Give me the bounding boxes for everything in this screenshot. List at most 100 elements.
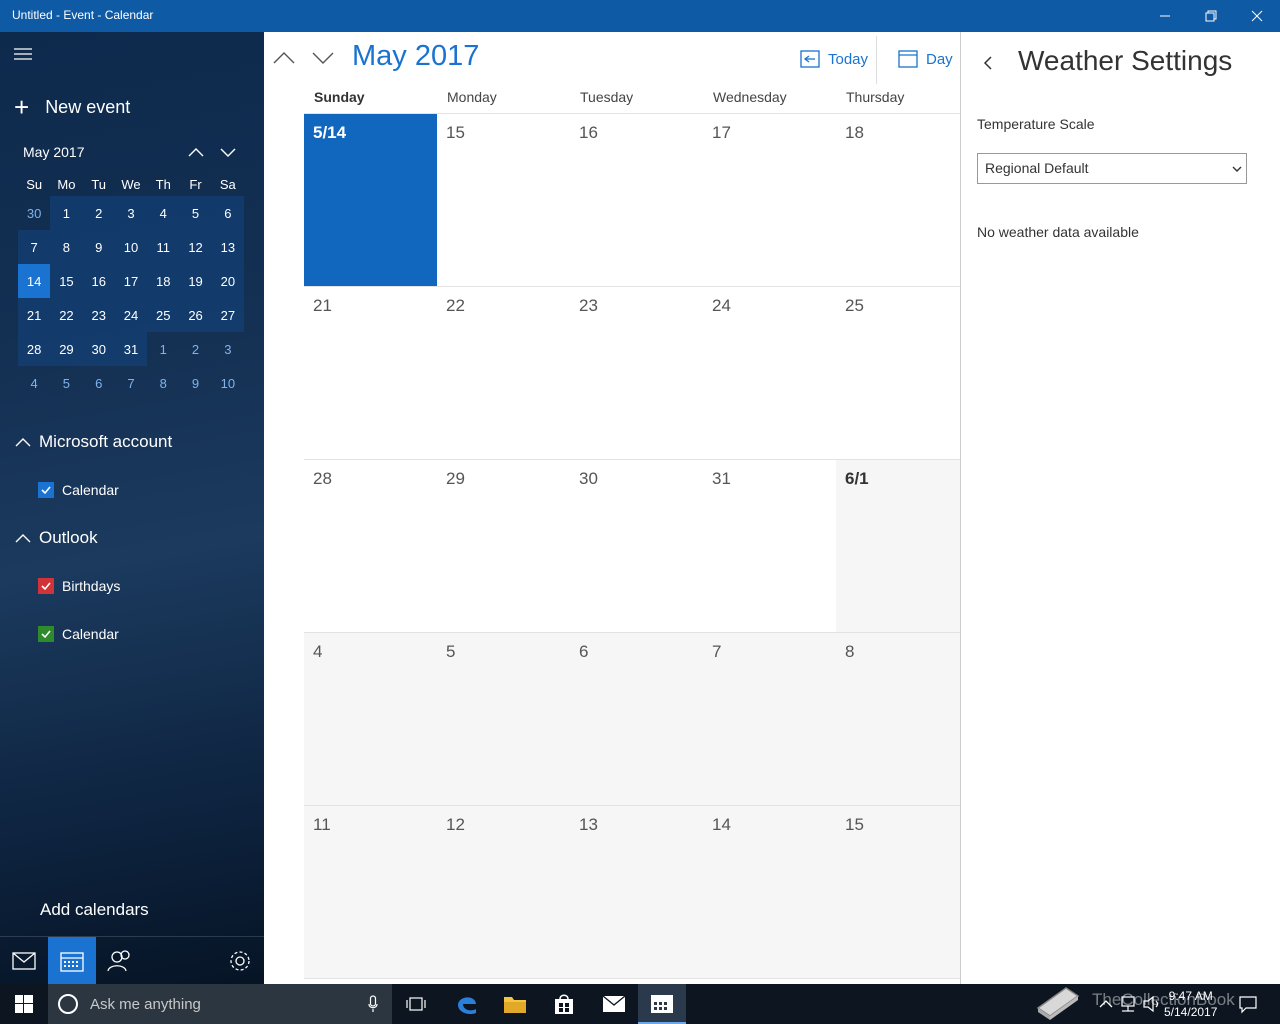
hamburger-menu-icon[interactable]	[14, 46, 34, 62]
mini-day[interactable]: 10	[212, 366, 244, 400]
mini-day[interactable]: 30	[18, 196, 50, 230]
action-center-icon[interactable]	[1238, 994, 1258, 1014]
calendar-app-button[interactable]	[48, 937, 96, 984]
mini-day[interactable]: 3	[114, 196, 148, 230]
mini-calendar-month[interactable]: May 2017	[23, 144, 84, 160]
day-cell[interactable]: 25	[836, 287, 960, 459]
mini-day[interactable]: 15	[50, 264, 83, 298]
mini-day[interactable]: 8	[50, 230, 83, 264]
mini-day[interactable]: 27	[211, 298, 244, 332]
mini-day[interactable]: 1	[147, 332, 179, 366]
file-explorer-button[interactable]	[491, 984, 539, 1024]
day-cell[interactable]: 31	[703, 460, 836, 632]
mini-calendar-prev-icon[interactable]	[185, 142, 207, 162]
mini-day[interactable]: 9	[179, 366, 211, 400]
mini-day[interactable]: 5	[179, 196, 212, 230]
mini-day[interactable]: 16	[82, 264, 115, 298]
day-cell[interactable]: 30	[570, 460, 703, 632]
day-cell[interactable]: 11	[304, 806, 437, 978]
mini-day[interactable]: 24	[114, 298, 148, 332]
mini-day[interactable]: 2	[179, 332, 211, 366]
day-cell[interactable]: 14	[703, 806, 836, 978]
edge-button[interactable]	[443, 984, 491, 1024]
mini-day[interactable]: 8	[147, 366, 179, 400]
temperature-scale-select[interactable]: Regional Default	[977, 153, 1247, 184]
calendar-taskbar-button[interactable]	[638, 984, 686, 1024]
calendar-item-microsoft-calendar[interactable]: Calendar	[38, 482, 119, 498]
month-title[interactable]: May 2017	[352, 40, 479, 73]
task-view-button[interactable]	[392, 984, 440, 1024]
mini-day[interactable]: 3	[212, 332, 244, 366]
group-outlook[interactable]: Outlook	[14, 528, 98, 548]
mini-day[interactable]: 7	[18, 230, 51, 264]
add-calendars-link[interactable]: Add calendars	[40, 900, 149, 920]
day-cell[interactable]: 5	[437, 633, 570, 805]
mini-day[interactable]: 22	[50, 298, 83, 332]
day-cell[interactable]: 23	[570, 287, 703, 459]
mini-day[interactable]: 6	[211, 196, 244, 230]
mini-day[interactable]: 13	[211, 230, 244, 264]
mini-day[interactable]: 17	[114, 264, 148, 298]
mini-day[interactable]: 1	[50, 196, 83, 230]
mini-day[interactable]: 29	[50, 332, 83, 366]
day-cell[interactable]: 24	[703, 287, 836, 459]
day-cell[interactable]: 15	[836, 806, 960, 978]
mini-day[interactable]: 4	[18, 366, 50, 400]
day-cell[interactable]: 7	[703, 633, 836, 805]
mail-taskbar-button[interactable]	[590, 984, 638, 1024]
day-cell[interactable]: 17	[703, 114, 836, 286]
next-month-icon[interactable]	[310, 48, 336, 68]
mini-day[interactable]: 18	[147, 264, 180, 298]
back-arrow-icon[interactable]	[981, 54, 997, 72]
mini-day[interactable]: 7	[115, 366, 147, 400]
microphone-icon[interactable]	[368, 995, 378, 1013]
mail-button[interactable]	[0, 937, 48, 984]
mini-day[interactable]: 23	[82, 298, 115, 332]
checkbox-checked-icon[interactable]	[38, 482, 54, 498]
mini-day[interactable]: 10	[114, 230, 148, 264]
group-microsoft-account[interactable]: Microsoft account	[14, 432, 172, 452]
day-cell[interactable]: 18	[836, 114, 960, 286]
mini-day[interactable]: 5	[50, 366, 82, 400]
mini-day[interactable]: 28	[18, 332, 51, 366]
calendar-item-outlook-calendar[interactable]: Calendar	[38, 626, 119, 642]
today-button[interactable]: Today	[800, 50, 868, 68]
day-cell[interactable]: 12	[437, 806, 570, 978]
mini-day[interactable]: 20	[211, 264, 244, 298]
mini-day[interactable]: 4	[147, 196, 180, 230]
store-button[interactable]	[540, 984, 588, 1024]
day-cell[interactable]: 29	[437, 460, 570, 632]
day-cell[interactable]: 21	[304, 287, 437, 459]
settings-button[interactable]	[216, 937, 264, 984]
mini-day[interactable]: 30	[82, 332, 115, 366]
people-button[interactable]	[96, 937, 144, 984]
mini-day[interactable]: 2	[82, 196, 115, 230]
mini-day[interactable]: 26	[179, 298, 212, 332]
new-event-button[interactable]: + New event	[14, 94, 130, 120]
day-cell[interactable]: 5/14	[304, 114, 437, 286]
day-cell[interactable]: 16	[570, 114, 703, 286]
day-cell[interactable]: 4	[304, 633, 437, 805]
mini-calendar-next-icon[interactable]	[217, 142, 239, 162]
mini-day[interactable]: 6	[83, 366, 115, 400]
close-button[interactable]	[1234, 0, 1280, 32]
checkbox-checked-icon[interactable]	[38, 626, 54, 642]
mini-day[interactable]: 9	[82, 230, 115, 264]
mini-day[interactable]: 11	[147, 230, 180, 264]
day-view-button[interactable]: Day	[898, 50, 953, 68]
day-cell[interactable]: 6/1	[836, 460, 960, 632]
calendar-item-birthdays[interactable]: Birthdays	[38, 578, 120, 594]
start-button[interactable]	[0, 984, 48, 1024]
day-cell[interactable]: 15	[437, 114, 570, 286]
mini-day[interactable]: 14	[18, 264, 51, 298]
checkbox-checked-icon[interactable]	[38, 578, 54, 594]
cortana-search-box[interactable]: Ask me anything	[48, 984, 392, 1024]
day-cell[interactable]: 22	[437, 287, 570, 459]
day-cell[interactable]: 8	[836, 633, 960, 805]
previous-month-icon[interactable]	[271, 48, 297, 68]
mini-day[interactable]: 31	[114, 332, 148, 366]
day-cell[interactable]: 6	[570, 633, 703, 805]
minimize-button[interactable]	[1142, 0, 1188, 32]
mini-day[interactable]: 19	[179, 264, 212, 298]
mini-day[interactable]: 12	[179, 230, 212, 264]
